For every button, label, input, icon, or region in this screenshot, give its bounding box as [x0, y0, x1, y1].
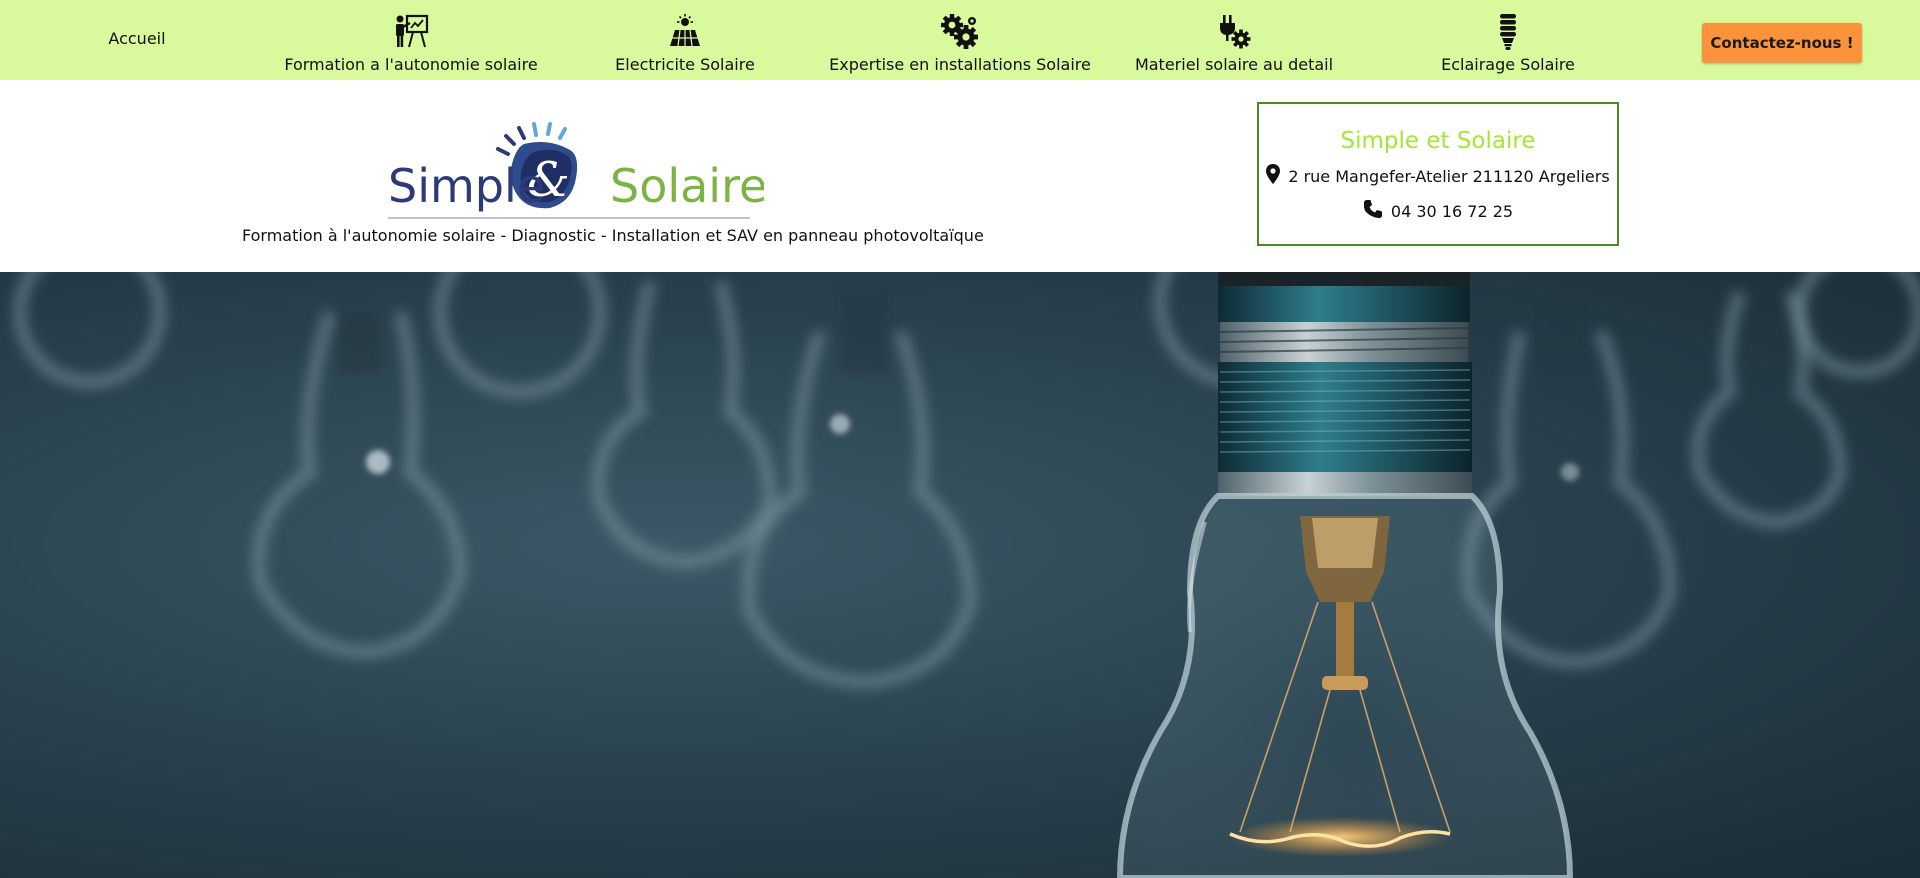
nav-item-materiel[interactable]: Materiel solaire au detail	[1128, 0, 1340, 80]
contact-button[interactable]: Contactez-nous !	[1702, 23, 1862, 63]
site-header: & Simple Solaire Formation à l'autonomie…	[0, 80, 1920, 272]
address-text: 2 rue Mangefer-Atelier 211120 Argeliers	[1288, 166, 1610, 186]
contact-info-box: Simple et Solaire 2 rue Mangefer-Atelier…	[1257, 102, 1619, 246]
eco-bulb-icon	[1488, 12, 1528, 52]
plug-gear-icon	[1214, 12, 1254, 52]
nav-item-electricite[interactable]: Electricite Solaire	[600, 0, 770, 80]
nav-item-label: Electricite Solaire	[615, 55, 755, 74]
gears-icon	[940, 12, 980, 52]
nav-item-formation[interactable]: Formation a l'autonomie solaire	[284, 0, 538, 80]
nav-item-label: Eclairage Solaire	[1441, 55, 1575, 74]
logo-word-solaire: Solaire	[610, 159, 764, 213]
nav-home-link[interactable]: Accueil	[96, 28, 178, 50]
map-pin-icon	[1266, 164, 1281, 189]
site-tagline: Formation à l'autonomie solaire - Diagno…	[242, 226, 984, 245]
top-navigation: Accueil Formation a l'autonomie solaire	[0, 0, 1920, 80]
site-logo[interactable]: & Simple Solaire	[384, 122, 767, 226]
nav-item-expertise[interactable]: Expertise en installations Solaire	[829, 0, 1091, 80]
company-name: Simple et Solaire	[1340, 128, 1536, 154]
phone-text: 04 30 16 72 25	[1390, 201, 1514, 221]
nav-item-label: Expertise en installations Solaire	[829, 55, 1091, 74]
nav-item-eclairage[interactable]: Eclairage Solaire	[1418, 0, 1598, 80]
solar-panel-icon	[665, 12, 705, 52]
phone-icon	[1363, 199, 1383, 224]
phone-row[interactable]: 04 30 16 72 25	[1363, 199, 1513, 224]
hero-banner	[0, 272, 1920, 878]
nav-item-label: Materiel solaire au detail	[1134, 55, 1334, 74]
logo-word-simple: Simple	[388, 159, 545, 213]
light-bulbs-image	[13, 272, 1920, 878]
address-row: 2 rue Mangefer-Atelier 211120 Argeliers	[1266, 164, 1610, 189]
nav-item-label: Formation a l'autonomie solaire	[284, 55, 538, 74]
teacher-board-icon	[391, 12, 431, 52]
